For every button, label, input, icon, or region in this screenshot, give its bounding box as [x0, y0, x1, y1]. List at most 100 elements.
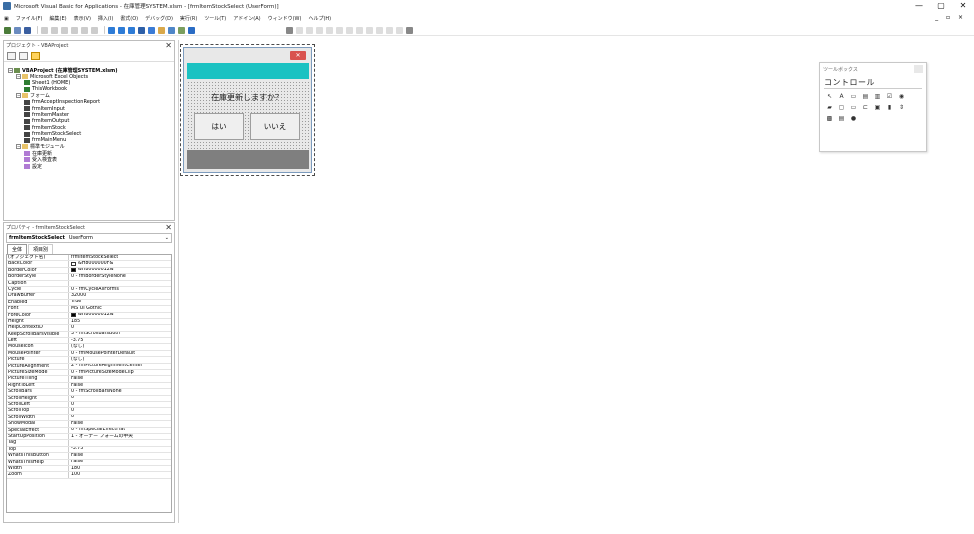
toolbar-options-icon[interactable]: [406, 26, 413, 34]
run-icon[interactable]: [108, 26, 115, 34]
question-label[interactable]: 在庫更新しますか？: [211, 92, 283, 103]
bookmark-icon[interactable]: [366, 26, 373, 34]
checkbox-icon[interactable]: ☑: [884, 92, 895, 102]
togglebutton-icon[interactable]: ▰: [824, 103, 835, 113]
properties-window-icon[interactable]: [158, 26, 165, 34]
quick-info-icon[interactable]: [336, 26, 343, 34]
close-window-button[interactable]: ✕: [952, 0, 974, 12]
menu-edit[interactable]: 編集(E): [50, 15, 67, 22]
image-icon[interactable]: ▩: [824, 114, 835, 124]
menu-window[interactable]: ウィンドウ(W): [268, 15, 302, 22]
commandbutton-icon[interactable]: ▭: [848, 103, 859, 113]
property-value[interactable]: &H8000000F&: [69, 261, 113, 266]
maximize-button[interactable]: ▢: [930, 0, 952, 12]
property-value[interactable]: (なし): [69, 344, 84, 349]
property-value[interactable]: [69, 281, 71, 286]
toolbox-icon[interactable]: [178, 26, 185, 34]
tree-item[interactable]: 設定: [8, 163, 174, 170]
menu-addins[interactable]: アドイン(A): [233, 15, 260, 22]
spinbutton-icon[interactable]: ⇕: [896, 103, 907, 113]
minimize-button[interactable]: —: [908, 0, 930, 12]
property-value[interactable]: -3.75: [69, 447, 83, 452]
combobox-icon[interactable]: ▤: [860, 92, 871, 102]
menu-insert[interactable]: 挿入(I): [98, 15, 113, 22]
property-value[interactable]: 0: [69, 325, 74, 330]
property-value[interactable]: 3 - fmScrollBarsBoth: [69, 332, 120, 337]
multipage-icon[interactable]: ▣: [872, 103, 883, 113]
property-value[interactable]: 100: [69, 472, 80, 477]
collapse-toggle-icon[interactable]: −: [16, 93, 21, 99]
reset-icon[interactable]: [128, 26, 135, 34]
footer-band[interactable]: [187, 150, 309, 169]
property-value[interactable]: False: [69, 376, 83, 381]
yes-button[interactable]: はい: [194, 113, 244, 140]
tab-alphabetic[interactable]: 全体: [7, 244, 28, 254]
outdent-icon[interactable]: [306, 26, 313, 34]
property-value[interactable]: 0: [69, 408, 74, 413]
copy-icon[interactable]: [51, 26, 58, 34]
object-browser-icon[interactable]: [168, 26, 175, 34]
frame-icon[interactable]: ▢: [836, 103, 847, 113]
collapse-toggle-icon[interactable]: −: [8, 67, 13, 73]
property-value[interactable]: [69, 440, 71, 445]
property-value[interactable]: True: [69, 300, 81, 305]
property-value[interactable]: False: [69, 421, 83, 426]
property-row[interactable]: Zoom 100: [7, 472, 171, 479]
property-value[interactable]: 0 - fmPictureSizeModeClip: [69, 370, 134, 375]
close-icon[interactable]: ✕: [290, 51, 306, 60]
property-value[interactable]: False: [69, 383, 83, 388]
view-object-icon[interactable]: [19, 51, 28, 60]
redo-icon[interactable]: [91, 26, 98, 34]
tabstrip-icon[interactable]: ⊏: [860, 103, 871, 113]
menu-format[interactable]: 書式(O): [120, 15, 138, 22]
property-value[interactable]: MS UI Gothic: [69, 306, 102, 311]
close-icon[interactable]: ✕: [165, 41, 172, 50]
property-value[interactable]: 185: [69, 319, 80, 324]
collapse-toggle-icon[interactable]: −: [16, 144, 21, 150]
property-value[interactable]: 0: [69, 396, 74, 401]
property-value[interactable]: 1 - オーナー フォームの中央: [69, 434, 133, 439]
property-value[interactable]: 0 - fmCycleAllForms: [69, 287, 119, 292]
property-value[interactable]: -3.75: [69, 338, 83, 343]
list-properties-icon[interactable]: [316, 26, 323, 34]
textbox-icon[interactable]: ▭: [848, 92, 859, 102]
pause-icon[interactable]: [118, 26, 125, 34]
menu-file[interactable]: ファイル(F): [16, 15, 43, 22]
property-value[interactable]: &H80000012&: [69, 268, 114, 273]
next-bookmark-icon[interactable]: [376, 26, 383, 34]
pointer-icon[interactable]: ↖: [824, 92, 835, 102]
globe-icon[interactable]: ●: [848, 114, 859, 124]
menu-icon[interactable]: ▣: [4, 16, 9, 22]
indent-icon[interactable]: [296, 26, 303, 34]
property-value[interactable]: 0: [69, 402, 74, 407]
prev-bookmark-icon[interactable]: [386, 26, 393, 34]
cut-icon[interactable]: [41, 26, 48, 34]
tab-categorized[interactable]: 項目別: [28, 244, 54, 254]
tab-controls[interactable]: コントロール: [824, 77, 922, 89]
toolbar-grip-icon[interactable]: [286, 26, 293, 34]
listbox-icon[interactable]: ▥: [872, 92, 883, 102]
label-icon[interactable]: A: [836, 92, 847, 102]
object-dropdown[interactable]: frmItemStockSelect UserForm ⌄: [6, 233, 172, 243]
scrollbar-icon[interactable]: ▮: [884, 103, 895, 113]
toggle-folders-icon[interactable]: [31, 51, 40, 60]
property-value[interactable]: 32000: [69, 293, 86, 298]
menu-help[interactable]: ヘルプ(H): [308, 15, 331, 22]
property-value[interactable]: 180: [69, 466, 80, 471]
excel-view-icon[interactable]: [4, 26, 11, 34]
help-icon[interactable]: [188, 26, 195, 34]
menu-view[interactable]: 表示(V): [74, 15, 91, 22]
mdi-controls[interactable]: _ ▫ ×: [935, 14, 966, 21]
property-value[interactable]: &H80000012&: [69, 313, 114, 318]
undo-icon[interactable]: [81, 26, 88, 34]
no-button[interactable]: いいえ: [250, 113, 300, 140]
save-icon[interactable]: [24, 26, 31, 34]
userform-frmItemStockSelect[interactable]: ✕ 在庫更新しますか？ はい いいえ: [180, 44, 315, 176]
close-icon[interactable]: ✕: [165, 223, 172, 232]
property-value[interactable]: frmItemStockSelect: [69, 255, 118, 260]
comment-block-icon[interactable]: [346, 26, 353, 34]
property-value[interactable]: 0 - fmSpecialEffectFlat: [69, 428, 125, 433]
uncomment-block-icon[interactable]: [356, 26, 363, 34]
property-value[interactable]: 0: [69, 415, 74, 420]
property-value[interactable]: (なし): [69, 357, 84, 362]
